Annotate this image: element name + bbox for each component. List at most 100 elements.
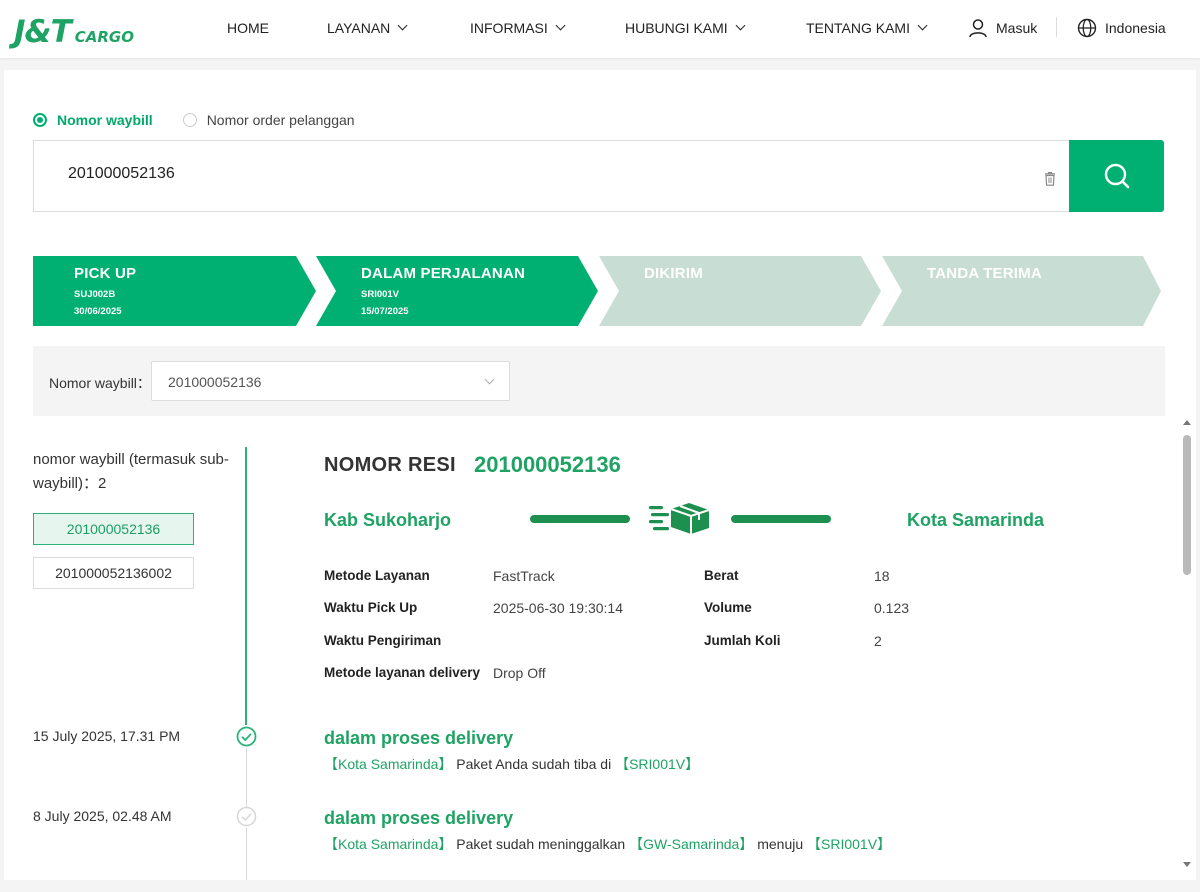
nav-layanan[interactable]: LAYANAN (327, 0, 408, 55)
waybill-list-item[interactable]: 201000052136002 (33, 557, 194, 589)
search-icon (1104, 163, 1129, 189)
user-icon (969, 18, 987, 37)
step-pick-up: PICK UP SUJ002B 30/06/2025 (33, 256, 316, 326)
timeline-date: 15 July 2025, 17.31 PM (33, 728, 181, 744)
field-value: 0.123 (874, 600, 910, 616)
login-button[interactable]: Masuk (968, 0, 1037, 55)
nav-hubungi-kami[interactable]: HUBUNGI KAMI (625, 0, 746, 55)
tracking-panel: Nomor waybill Nomor order pelanggan PICK… (4, 70, 1196, 880)
logo-sub: CARGO (74, 28, 134, 46)
radio-nomor-waybill[interactable] (33, 113, 47, 127)
scrollbar-thumb[interactable] (1183, 435, 1191, 575)
timeline-description: 【Kota Samarinda】 Paket sudah meninggalka… (324, 834, 891, 854)
timeline-line-active (245, 447, 247, 725)
step-title: DALAM PERJALANAN (361, 265, 526, 282)
filter-label: Nomor waybill： (49, 375, 151, 391)
timeline-location: 【SRI001V】 (615, 756, 700, 772)
logo-mark: J&T (14, 14, 72, 50)
field-label: Waktu Pick Up (324, 600, 418, 615)
nav-layanan-label: LAYANAN (327, 19, 391, 36)
timeline-line (245, 828, 247, 880)
login-label: Masuk (996, 19, 1038, 36)
globe-icon (1077, 18, 1097, 37)
waybill-search-box (33, 140, 1069, 212)
timeline-title: dalam proses delivery (324, 808, 514, 828)
field-value: 2025-06-30 19:30:14 (493, 600, 623, 616)
timeline-text: Paket Anda sudah tiba di (456, 756, 612, 772)
nav-hubungi-kami-label: HUBUNGI KAMI (625, 19, 728, 36)
timeline-location: 【GW-Samarinda】 (629, 836, 754, 852)
check-circle-icon (236, 806, 257, 827)
timeline-location: 【Kota Samarinda】 (324, 836, 453, 852)
timeline-description: 【Kota Samarinda】 Paket Anda sudah tiba d… (324, 754, 699, 774)
chevron-down-icon (917, 20, 928, 31)
step-tanda-terima: TANDA TERIMA (882, 256, 1165, 326)
timeline-location: 【Kota Samarinda】 (324, 756, 453, 772)
field-label: Jumlah Koli (704, 633, 781, 648)
field-label: Waktu Pengiriman (324, 633, 442, 648)
destination-city: Kota Samarinda (907, 510, 1045, 530)
search-button[interactable] (1069, 140, 1164, 212)
shipment-progress-steps: PICK UP SUJ002B 30/06/2025 DALAM PERJALA… (33, 256, 1165, 326)
delivery-truck-icon (649, 503, 710, 534)
field-label: Berat (704, 568, 739, 583)
waybill-search-input[interactable] (68, 165, 968, 183)
field-label: Volume (704, 600, 752, 615)
nav-tentang-kami[interactable]: TENTANG KAMI (806, 0, 928, 55)
resi-value: 201000052136 (474, 452, 621, 477)
nav-tentang-kami-label: TENTANG KAMI (806, 19, 910, 36)
timeline-date: 8 July 2025, 02.48 AM (33, 808, 172, 824)
nav-informasi-label: INFORMASI (470, 19, 548, 36)
field-value: 2 (874, 633, 882, 649)
waybill-select[interactable]: 201000052136 (151, 361, 510, 401)
check-circle-icon (236, 726, 257, 747)
step-code: SUJ002B (74, 289, 116, 300)
timeline-location: 【SRI001V】 (807, 836, 892, 852)
step-title: DIKIRIM (644, 265, 703, 282)
field-label: Metode layanan delivery (324, 665, 481, 680)
field-label: Metode Layanan (324, 568, 430, 583)
step-dikirim: DIKIRIM (599, 256, 882, 326)
waybill-filter-bar: Nomor waybill： 201000052136 (33, 346, 1165, 416)
waybill-select-value: 201000052136 (168, 374, 262, 390)
step-arrow-shape (599, 256, 881, 326)
route-bar-left (530, 515, 630, 523)
chevron-down-icon (555, 20, 566, 31)
language-label: Indonesia (1105, 19, 1166, 36)
header-divider (1056, 17, 1057, 37)
timeline-text: menuju (757, 836, 804, 852)
top-navbar: J&T CARGO HOME LAYANAN INFORMASI HUBUNGI… (0, 0, 1200, 58)
timeline-line (245, 748, 247, 808)
timeline-text: Paket sudah meninggalkan (456, 836, 626, 852)
step-date: 30/06/2025 (74, 306, 122, 317)
nav-informasi[interactable]: INFORMASI (470, 0, 566, 55)
field-value: Drop Off (493, 665, 546, 681)
jt-cargo-logo[interactable]: J&T CARGO (14, 10, 134, 48)
language-selector[interactable]: Indonesia (1077, 0, 1175, 55)
chevron-down-icon (484, 374, 495, 385)
radio-nomor-waybill-label[interactable]: Nomor waybill (57, 112, 153, 128)
radio-nomor-order[interactable] (182, 113, 197, 127)
trash-icon[interactable] (1044, 172, 1056, 186)
step-title: PICK UP (74, 265, 137, 282)
step-date: 15/07/2025 (361, 306, 409, 317)
origin-city: Kab Sukoharjo (324, 510, 452, 530)
nav-home-label: HOME (227, 19, 269, 36)
step-dalam-perjalanan: DALAM PERJALANAN SRI001V 15/07/2025 (316, 256, 599, 326)
field-value: 18 (874, 568, 890, 584)
chevron-down-icon (735, 20, 746, 31)
resi-label: NOMOR RESI (324, 454, 456, 476)
step-code: SRI001V (361, 289, 400, 300)
scroll-down-arrow-icon[interactable] (1183, 862, 1191, 867)
scroll-up-arrow-icon[interactable] (1183, 420, 1191, 425)
search-type-radio-group: Nomor waybill Nomor order pelanggan (33, 112, 355, 128)
step-title: TANDA TERIMA (927, 265, 1042, 282)
waybill-list-item[interactable]: 201000052136 (33, 513, 194, 545)
timeline-title: dalam proses delivery (324, 728, 514, 748)
chevron-down-icon (397, 20, 408, 31)
route-bar-right (731, 515, 831, 523)
sub-waybill-count: nomor waybill (termasuk sub-waybill)：2 (33, 451, 229, 492)
nav-home[interactable]: HOME (227, 0, 269, 55)
field-value: FastTrack (493, 568, 555, 584)
radio-nomor-order-label[interactable]: Nomor order pelanggan (207, 112, 355, 128)
